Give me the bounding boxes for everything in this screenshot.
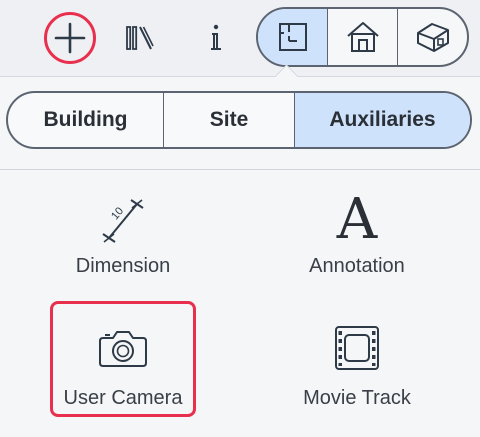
view-mode-segment: [256, 7, 469, 67]
dimension-label: Dimension: [75, 255, 171, 277]
app-root: Building Site Auxiliaries 10 Dimension A…: [0, 0, 480, 437]
top-toolbar: [0, 0, 480, 76]
3d-house-icon: [416, 23, 449, 52]
add-button-highlight: [44, 12, 96, 64]
user-camera-selection: [50, 301, 196, 417]
info-icon: [211, 24, 221, 50]
tab-auxiliaries[interactable]: Auxiliaries: [294, 93, 470, 147]
tab-building[interactable]: Building: [8, 93, 163, 147]
panel-divider: [0, 169, 480, 170]
dimension-tool[interactable]: 10 Dimension: [54, 185, 192, 278]
view-elevation-button[interactable]: [327, 9, 397, 65]
add-button[interactable]: [44, 12, 96, 64]
library-button[interactable]: [120, 18, 160, 58]
category-tabs: Building Site Auxiliaries: [6, 91, 472, 149]
annotation-icon: A: [336, 187, 378, 252]
film-strip-icon: [335, 326, 379, 370]
view-floorplan-button[interactable]: [258, 9, 327, 65]
auxiliaries-panel: Building Site Auxiliaries 10 Dimension A…: [0, 64, 480, 437]
floorplan-icon: [278, 23, 307, 51]
annotation-tool[interactable]: A Annotation: [286, 185, 428, 278]
user-camera-tool[interactable]: User Camera: [50, 301, 196, 417]
info-button[interactable]: [196, 18, 236, 58]
dimension-icon: 10: [102, 199, 144, 243]
tab-site[interactable]: Site: [163, 93, 294, 147]
annotation-label: Annotation: [309, 255, 405, 277]
library-icon: [126, 26, 154, 50]
movie-track-tool[interactable]: Movie Track: [286, 301, 428, 410]
house-icon: [346, 22, 379, 52]
movie-track-label: Movie Track: [303, 387, 411, 409]
view-3d-button[interactable]: [397, 9, 467, 65]
